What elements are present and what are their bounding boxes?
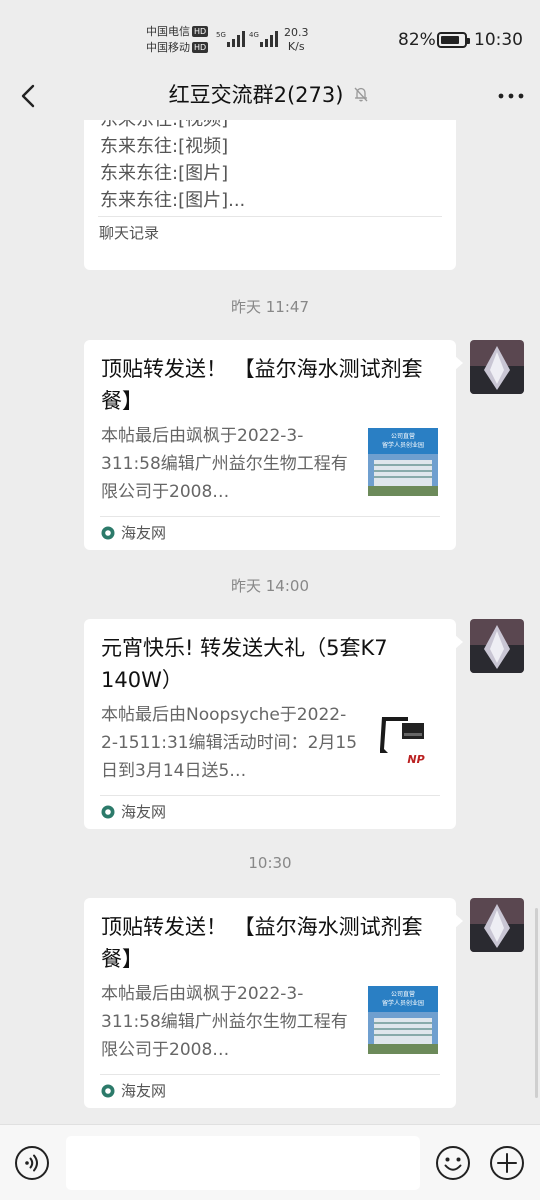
signal-5g-icon: 5G (216, 31, 245, 47)
link-source: 海友网 (101, 1080, 166, 1102)
input-bar (0, 1124, 540, 1200)
link-source-name: 海友网 (121, 803, 167, 821)
chat-title: 红豆交流群2(273) (168, 83, 344, 107)
thumb-text: 公司直营 (391, 990, 415, 998)
link-title: 顶贴转发送！ 【益尔海水测试剂套餐】 (101, 915, 423, 971)
hd-badge-2: HD (192, 42, 209, 53)
thumb-text: NP (407, 753, 424, 766)
source-logo-icon (101, 805, 115, 819)
battery-icon (437, 32, 470, 48)
link-title: 元宵快乐! 转发送大礼（5套K7 140W） (101, 636, 388, 692)
link-description: 本帖最后由Noopsyche于2022-2-1511:31编辑活动时间：2月15… (101, 705, 358, 781)
battery-fill (441, 36, 459, 44)
thumb-text: 留学人员创业园 (382, 999, 424, 1007)
signal-4g-label: 4G (249, 31, 259, 39)
forwarded-line: 东来东往:[图片]... (100, 190, 246, 211)
forwarded-card-footer: 聊天记录 (99, 224, 160, 242)
link-thumbnail: NP (368, 707, 438, 775)
chat-title-wrap: 红豆交流群2(273) (0, 80, 540, 110)
scrollbar[interactable] (535, 908, 538, 1098)
divider (100, 516, 440, 517)
network-speed: 20.3 K/s (284, 26, 309, 54)
link-source: 海友网 (101, 522, 166, 544)
thumb-text: 公司直营 (391, 432, 415, 440)
link-description: 本帖最后由飒枫于2022-3-311:58编辑广州益尔生物工程有限公司于2008… (101, 426, 348, 502)
forwarded-line: 东来东往:[视频] (100, 136, 229, 157)
signal-5g-label: 5G (216, 31, 226, 39)
link-message-card[interactable]: 顶贴转发送！ 【益尔海水测试剂套餐】 本帖最后由飒枫于2022-3-311:58… (84, 340, 463, 550)
link-message-card[interactable]: 元宵快乐! 转发送大礼（5套K7 140W） 本帖最后由Noopsyche于20… (84, 619, 463, 829)
link-source-name: 海友网 (121, 1082, 167, 1100)
hd-badge-1: HD (192, 26, 209, 37)
message-timestamp: 10:30 (248, 854, 292, 872)
divider (100, 1074, 440, 1075)
message-timestamp: 昨天 14:00 (231, 577, 309, 595)
avatar[interactable] (470, 898, 524, 952)
battery-percentage: 82% (398, 30, 436, 50)
forwarded-chat-record-card[interactable]: 东来东往:[视频] 东来东往:[视频] 东来东往:[图片] 东来东往:[图片].… (84, 120, 456, 270)
link-description: 本帖最后由飒枫于2022-3-311:58编辑广州益尔生物工程有限公司于2008… (101, 984, 348, 1060)
message-timestamp: 昨天 11:47 (231, 298, 309, 316)
plus-icon[interactable] (489, 1145, 525, 1181)
bell-off-icon (354, 87, 368, 102)
signal-4g-icon: 4G (249, 31, 278, 47)
forwarded-line: 东来东往:[视频] (100, 120, 440, 133)
network-speed-value: 20.3 (284, 26, 309, 39)
status-time: 10:30 (474, 30, 523, 50)
network-speed-unit: K/s (287, 40, 305, 53)
carrier-2: 中国移动 (146, 41, 190, 54)
voice-icon[interactable] (14, 1145, 50, 1181)
link-source: 海友网 (101, 801, 166, 823)
forwarded-line: 东来东往:[图片] (100, 163, 229, 184)
link-source-name: 海友网 (121, 524, 167, 542)
avatar[interactable] (470, 619, 524, 673)
carrier-info: 中国电信 HD 中国移动 HD (146, 24, 209, 56)
divider (98, 216, 442, 217)
link-thumbnail: 公司直营 留学人员创业园 (368, 428, 438, 496)
link-message-card[interactable]: 顶贴转发送！ 【益尔海水测试剂套餐】 本帖最后由飒枫于2022-3-311:58… (84, 898, 463, 1108)
message-input[interactable] (66, 1136, 420, 1190)
forwarded-lines: 东来东往:[视频] 东来东往:[视频] 东来东往:[图片] 东来东往:[图片].… (100, 120, 440, 214)
more-icon[interactable] (494, 80, 528, 112)
status-bar: 中国电信 HD 中国移动 HD 5G 4G 20.3 K/s 82% 10:30 (0, 0, 540, 72)
source-logo-icon (101, 526, 115, 540)
carrier-1: 中国电信 (146, 25, 190, 38)
link-title: 顶贴转发送！ 【益尔海水测试剂套餐】 (101, 357, 423, 413)
thumb-text: 留学人员创业园 (382, 441, 424, 449)
emoji-icon[interactable] (435, 1145, 471, 1181)
chat-messages[interactable]: 东来东往:[视频] 东来东往:[视频] 东来东往:[图片] 东来东往:[图片].… (0, 120, 540, 1124)
link-thumbnail: 公司直营 留学人员创业园 (368, 986, 438, 1054)
chat-header: 红豆交流群2(273) (0, 72, 540, 120)
source-logo-icon (101, 1084, 115, 1098)
divider (100, 795, 440, 796)
avatar[interactable] (470, 340, 524, 394)
